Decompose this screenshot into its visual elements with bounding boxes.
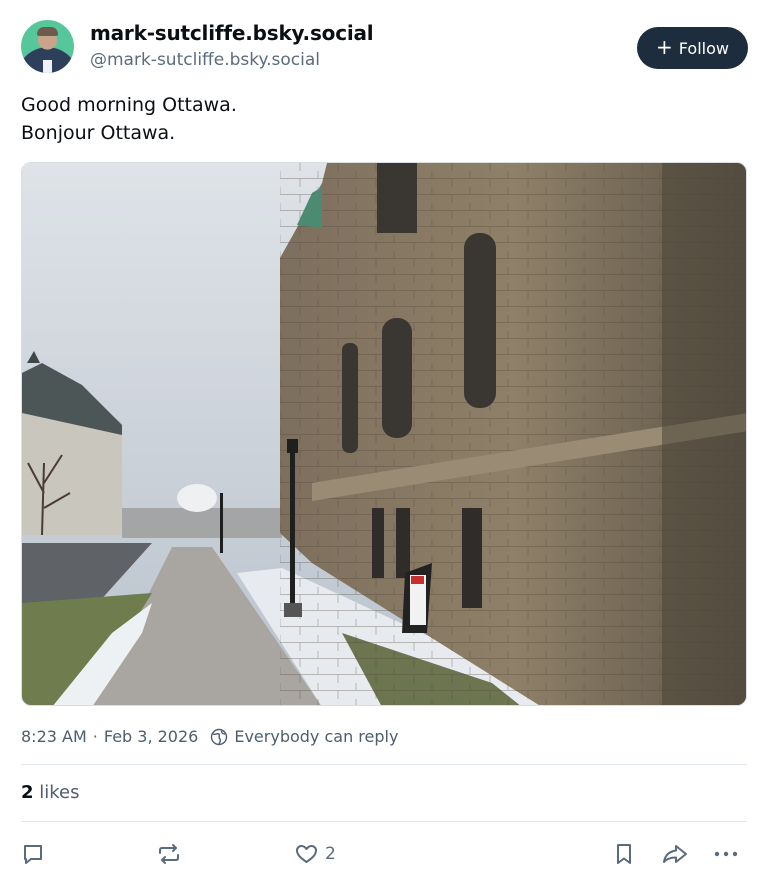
author-display-name[interactable]: mark-sutcliffe.bsky.social [90, 21, 374, 45]
likes-label: likes [39, 782, 80, 803]
plus-icon: + [656, 35, 673, 59]
post-meta: 8:23 AM · Feb 3, 2026 Everybody can repl… [21, 727, 398, 746]
follow-button[interactable]: + Follow [637, 27, 748, 69]
avatar-shirt [43, 60, 52, 73]
likes-count[interactable]: 2 likes [21, 782, 80, 803]
more-icon [713, 842, 739, 866]
likes-number: 2 [21, 782, 34, 803]
photo-illustration [22, 163, 746, 705]
share-button[interactable] [661, 837, 689, 871]
follow-button-label: Follow [678, 38, 729, 58]
globe-icon [210, 728, 228, 746]
divider [21, 764, 747, 765]
bookmark-button[interactable] [613, 837, 635, 871]
post-date: Feb 3, 2026 [103, 727, 199, 746]
repost-button[interactable] [156, 837, 182, 871]
post-image[interactable] [21, 162, 747, 706]
action-bar: 2 [21, 837, 747, 871]
avatar-hair [37, 27, 58, 36]
post-header: mark-sutcliffe.bsky.social @mark-sutclif… [21, 20, 748, 76]
post-text-line: Bonjour Ottawa. [21, 122, 176, 144]
more-button[interactable] [713, 837, 739, 871]
like-count: 2 [325, 844, 336, 864]
bookmark-icon [613, 842, 635, 866]
post-text-line: Good morning Ottawa. [21, 94, 237, 116]
meta-separator: · [92, 727, 98, 746]
comment-icon [21, 842, 45, 866]
like-button[interactable]: 2 [294, 837, 336, 871]
share-icon [661, 842, 689, 866]
repost-icon [156, 842, 182, 866]
avatar[interactable] [21, 20, 74, 73]
reply-button[interactable] [21, 837, 45, 871]
reply-setting[interactable]: Everybody can reply [234, 727, 398, 746]
heart-icon [294, 842, 319, 866]
divider [21, 821, 747, 822]
post-time: 8:23 AM [21, 727, 87, 746]
author-handle[interactable]: @mark-sutcliffe.bsky.social [90, 50, 320, 70]
post-text: Good morning Ottawa. Bonjour Ottawa. [21, 91, 237, 147]
